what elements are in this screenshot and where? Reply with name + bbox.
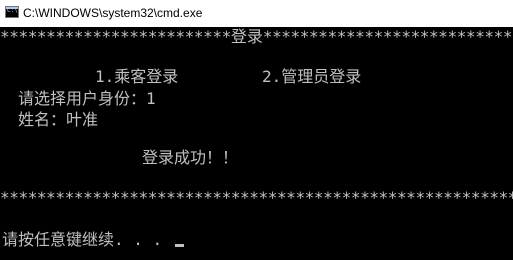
console-window: C:\ C:\WINDOWS\system32\cmd.exe ********… — [0, 0, 513, 260]
cmd-icon: C:\ — [5, 6, 19, 18]
text-cursor — [175, 244, 184, 247]
header-banner: ************************* 登录 *************… — [0, 28, 513, 46]
prompt-name: 姓名：叶准 — [18, 110, 99, 129]
footer-stars: ****************************************… — [0, 189, 513, 207]
success-message: 登录成功！！ — [142, 148, 239, 167]
menu-option-admin: 2.管理员登录 — [262, 67, 362, 86]
menu-option-passenger: 1.乘客登录 — [95, 67, 179, 86]
prompt-identity: 请选择用户身份：1 — [18, 89, 156, 108]
header-title: 登录 — [230, 28, 263, 46]
header-stars-right: ******************************* — [262, 28, 513, 46]
console-output[interactable]: ************************* 登录 *************… — [0, 27, 513, 260]
window-title: C:\WINDOWS\system32\cmd.exe — [23, 6, 203, 20]
continue-prompt: 请按任意键继续. . . — [2, 230, 163, 249]
title-bar[interactable]: C:\ C:\WINDOWS\system32\cmd.exe — [0, 0, 513, 27]
footer-banner: ****************************************… — [0, 189, 513, 207]
header-stars-left: ************************* — [0, 28, 231, 46]
